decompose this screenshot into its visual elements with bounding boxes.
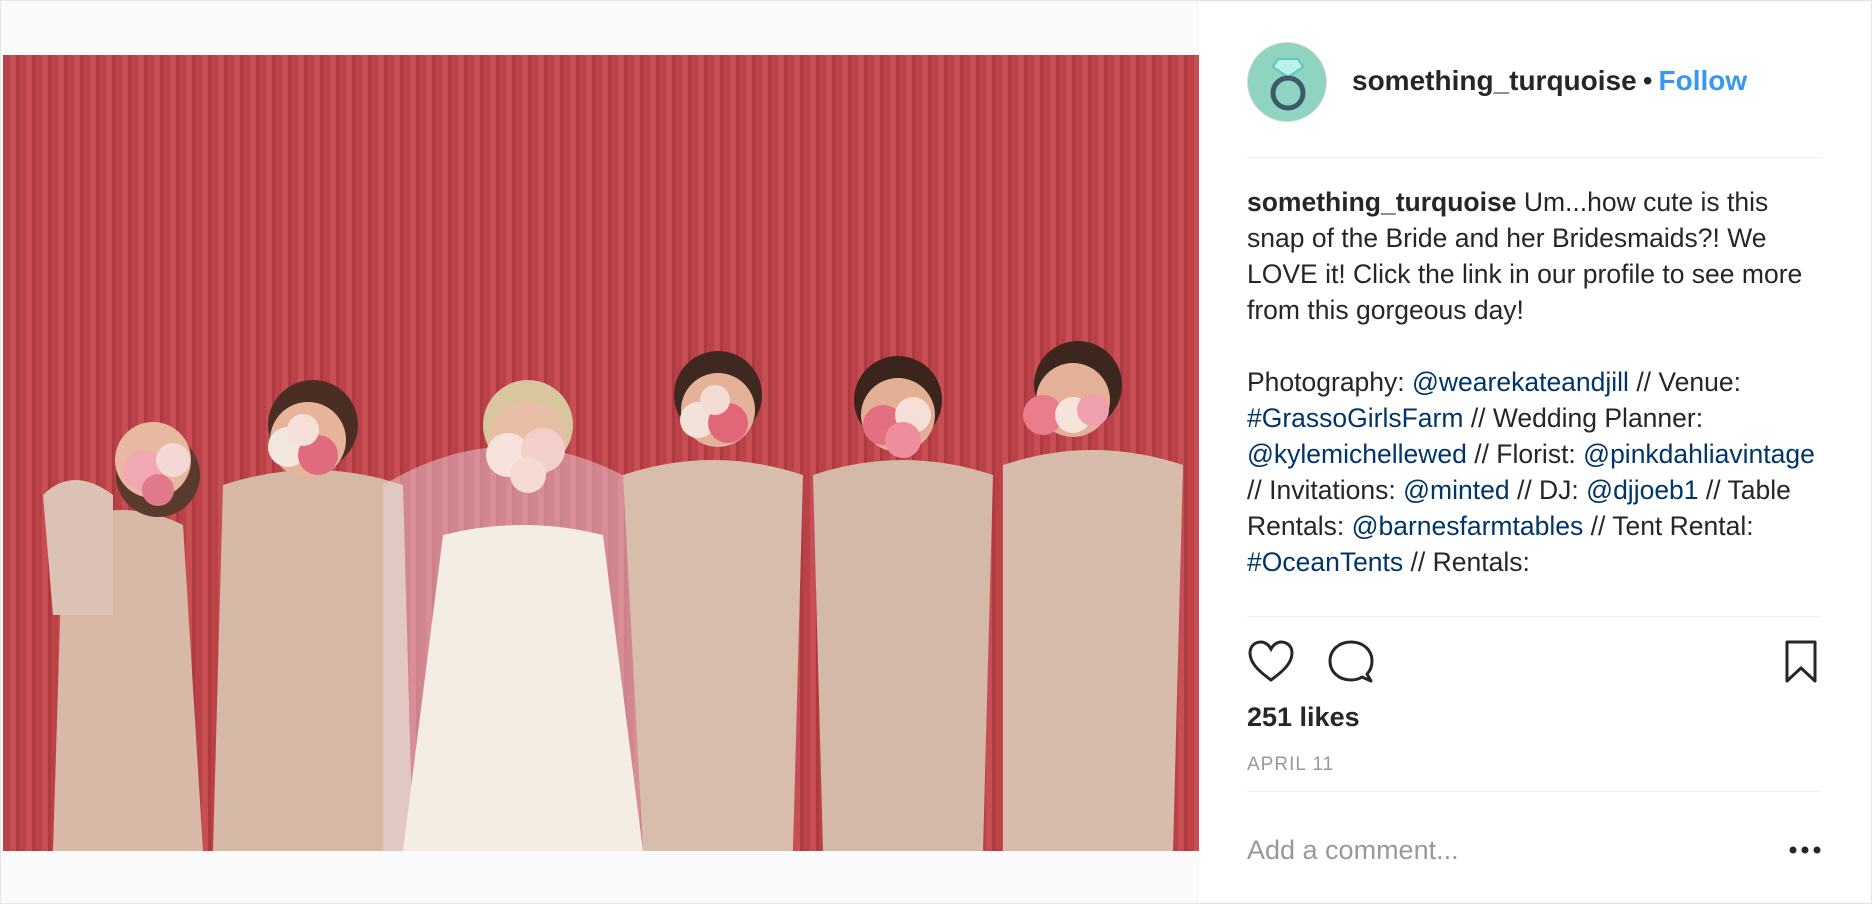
tag-link[interactable]: @djjoeb1 <box>1586 475 1698 505</box>
caption-author[interactable]: something_turquoise <box>1247 187 1516 217</box>
tag-link[interactable]: #GrassoGirlsFarm <box>1247 403 1463 433</box>
post-caption: something_turquoise Um...how cute is thi… <box>1247 184 1827 616</box>
more-options-button[interactable] <box>1787 838 1823 862</box>
caption-intro: something_turquoise Um...how cute is thi… <box>1247 184 1827 328</box>
bridesmaid-1 <box>43 422 203 851</box>
ring-icon <box>1270 58 1306 111</box>
tag-link[interactable]: @wearekateandjill <box>1412 367 1629 397</box>
caption-divider <box>1247 616 1821 617</box>
tag-link[interactable]: @minted <box>1403 475 1509 505</box>
post-date[interactable]: APRIL 11 <box>1247 754 1334 776</box>
tag-link[interactable]: @pinkdahliavintage <box>1583 439 1815 469</box>
likes-count[interactable]: 251 likes <box>1247 702 1360 733</box>
caption-credits: Photography: @wearekateandjill // Venue:… <box>1247 367 1815 577</box>
follow-button[interactable]: Follow <box>1659 65 1748 96</box>
bookmark-icon <box>1785 640 1817 683</box>
post-sidebar: something_turquoise • Follow something_tur… <box>1199 2 1871 902</box>
tag-link[interactable]: @kylemichellewed <box>1247 439 1467 469</box>
media-panel <box>2 2 1199 902</box>
save-button[interactable] <box>1777 638 1825 686</box>
tag-link[interactable]: @barnesfarmtables <box>1352 511 1584 541</box>
comment-bubble-icon <box>1328 640 1374 683</box>
like-button[interactable] <box>1247 638 1295 686</box>
username-link[interactable]: something_turquoise <box>1352 65 1637 96</box>
action-bar <box>1247 638 1821 686</box>
tag-link[interactable]: #OceanTents <box>1247 547 1403 577</box>
post-photo[interactable] <box>3 55 1199 851</box>
comment-button[interactable] <box>1327 638 1375 686</box>
profile-avatar[interactable] <box>1247 42 1327 122</box>
header-divider <box>1247 157 1821 158</box>
header-separator: • <box>1642 65 1653 96</box>
comments-divider <box>1247 791 1821 792</box>
post-header: something_turquoise • Follow <box>1352 64 1747 98</box>
post-modal: something_turquoise • Follow something_tur… <box>0 0 1872 904</box>
ellipsis-icon <box>1789 846 1821 854</box>
heart-icon <box>1248 640 1294 682</box>
comment-input[interactable] <box>1247 830 1747 870</box>
photo-scene <box>3 55 1199 851</box>
